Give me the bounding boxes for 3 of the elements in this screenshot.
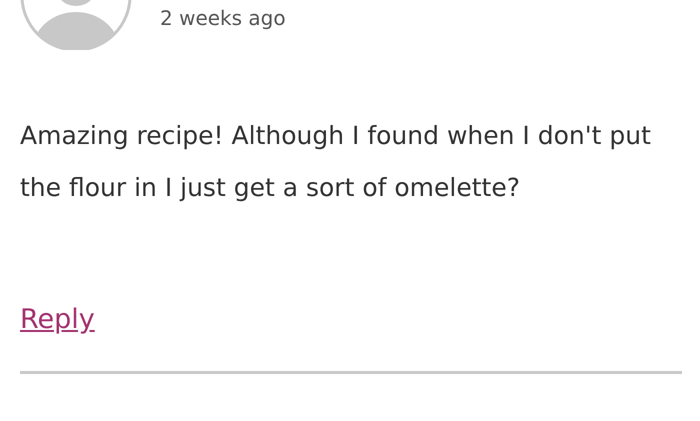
comment-time: 2 weeks ago [160, 6, 286, 30]
comment-text: Amazing recipe! Although I found when I don't put the flour in I just get a sort of omelette? [20, 120, 652, 204]
reply-link[interactable]: Reply [20, 304, 95, 335]
